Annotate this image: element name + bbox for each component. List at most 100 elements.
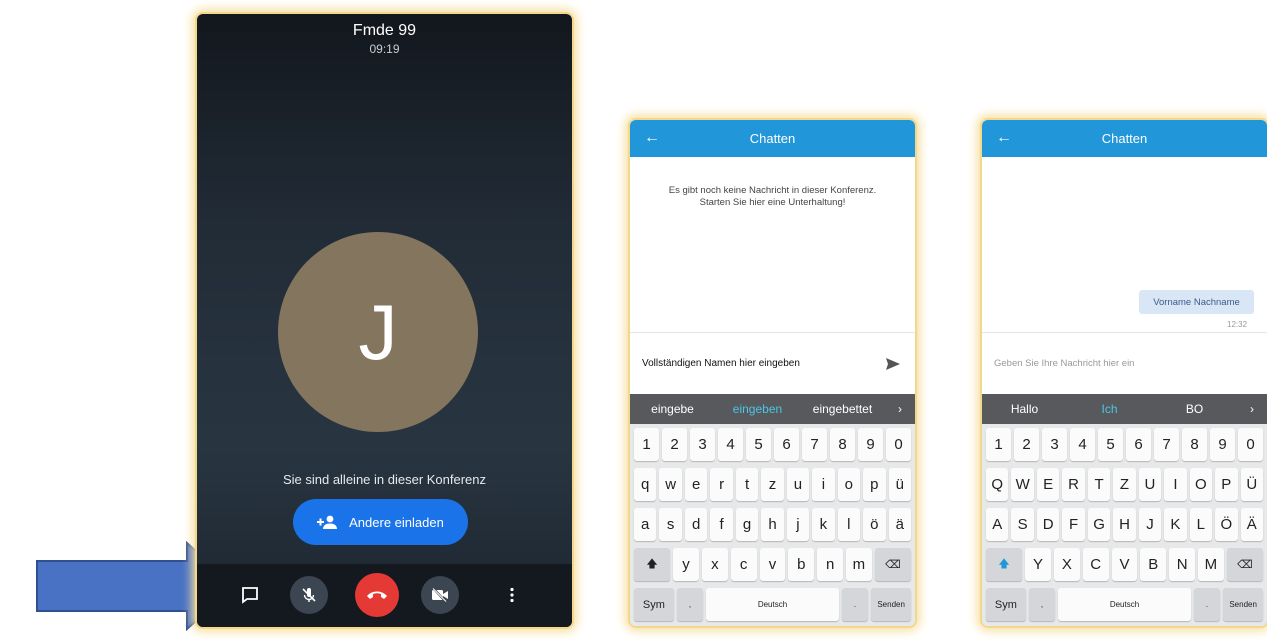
key[interactable]: k [812, 508, 835, 541]
key[interactable]: V [1111, 548, 1138, 581]
key[interactable]: I [1164, 468, 1187, 501]
key[interactable]: Ö [1215, 508, 1238, 541]
key[interactable]: H [1113, 508, 1136, 541]
invite-others-button[interactable]: Andere einladen [293, 499, 468, 545]
key[interactable]: t [735, 468, 759, 501]
key[interactable]: 1 [986, 428, 1011, 461]
period-key[interactable]: . [841, 588, 869, 621]
key[interactable]: Y [1025, 548, 1051, 581]
key[interactable]: c [730, 548, 757, 581]
key[interactable]: w [659, 468, 682, 501]
camera-off-button[interactable] [421, 576, 459, 614]
sym-key[interactable]: Sym [986, 588, 1026, 621]
key[interactable]: 4 [1070, 428, 1095, 461]
back-arrow-icon[interactable]: ← [644, 129, 660, 147]
key[interactable]: T [1087, 468, 1111, 501]
key[interactable]: p [863, 468, 886, 501]
suggestion-more-icon[interactable]: › [1237, 402, 1267, 416]
key[interactable]: i [812, 468, 835, 501]
send-key[interactable]: Senden [871, 588, 911, 621]
key[interactable]: N [1169, 548, 1196, 581]
backspace-key[interactable]: ⌫ [874, 548, 911, 581]
backspace-key[interactable]: ⌫ [1226, 548, 1263, 581]
key[interactable]: 7 [1154, 428, 1179, 461]
more-options-button[interactable] [493, 576, 531, 614]
key[interactable]: D [1036, 508, 1060, 541]
key[interactable]: h [761, 508, 784, 541]
key[interactable]: Ü [1240, 468, 1263, 501]
key[interactable]: y [673, 548, 699, 581]
comma-key[interactable]: , [676, 588, 704, 621]
suggestion-item[interactable]: BO [1152, 402, 1237, 416]
key[interactable]: 9 [1210, 428, 1235, 461]
key[interactable]: v [759, 548, 786, 581]
shift-key[interactable]: 🡅 [634, 548, 671, 581]
comma-key[interactable]: , [1028, 588, 1056, 621]
key[interactable]: n [817, 548, 844, 581]
hang-up-button[interactable] [355, 573, 399, 617]
key[interactable]: E [1036, 468, 1060, 501]
key[interactable]: 6 [1126, 428, 1151, 461]
space-key[interactable]: Deutsch [1058, 588, 1191, 621]
key[interactable]: 5 [1098, 428, 1123, 461]
key[interactable]: 8 [830, 428, 855, 461]
key[interactable]: u [786, 468, 810, 501]
key[interactable]: q [634, 468, 657, 501]
key[interactable]: l [837, 508, 861, 541]
key[interactable]: X [1053, 548, 1080, 581]
key[interactable]: G [1087, 508, 1111, 541]
key[interactable]: K [1164, 508, 1187, 541]
suggestion-item[interactable]: eingebettet [800, 402, 885, 416]
suggestion-more-icon[interactable]: › [885, 402, 915, 416]
key[interactable]: ä [888, 508, 911, 541]
key[interactable]: o [837, 468, 861, 501]
key[interactable]: 6 [774, 428, 799, 461]
key[interactable]: 2 [1014, 428, 1039, 461]
key[interactable]: 5 [746, 428, 771, 461]
key[interactable]: 2 [662, 428, 687, 461]
key[interactable]: a [634, 508, 657, 541]
key[interactable]: f [710, 508, 733, 541]
key[interactable]: 0 [886, 428, 911, 461]
sym-key[interactable]: Sym [634, 588, 674, 621]
key[interactable]: Z [1113, 468, 1136, 501]
period-key[interactable]: . [1193, 588, 1221, 621]
key[interactable]: S [1011, 508, 1034, 541]
key[interactable]: A [986, 508, 1009, 541]
send-key[interactable]: Senden [1223, 588, 1263, 621]
key[interactable]: d [684, 508, 708, 541]
message-input[interactable]: Geben Sie Ihre Nachricht hier ein [982, 332, 1267, 394]
key[interactable]: m [846, 548, 872, 581]
key[interactable]: 9 [858, 428, 883, 461]
key[interactable]: L [1189, 508, 1213, 541]
key[interactable]: 8 [1182, 428, 1207, 461]
key[interactable]: F [1062, 508, 1085, 541]
key[interactable]: b [788, 548, 815, 581]
key[interactable]: e [684, 468, 708, 501]
shift-key[interactable]: 🡅 [986, 548, 1023, 581]
back-arrow-icon[interactable]: ← [996, 129, 1012, 147]
message-input[interactable]: Vollständigen Namen hier eingeben [630, 332, 915, 394]
key[interactable]: 3 [1042, 428, 1067, 461]
key[interactable]: J [1138, 508, 1162, 541]
key[interactable]: M [1198, 548, 1224, 581]
key[interactable]: C [1082, 548, 1109, 581]
key[interactable]: 0 [1238, 428, 1263, 461]
key[interactable]: 7 [802, 428, 827, 461]
chat-button[interactable] [231, 576, 269, 614]
key[interactable]: 1 [634, 428, 659, 461]
key[interactable]: Q [986, 468, 1009, 501]
key[interactable]: z [761, 468, 784, 501]
space-key[interactable]: Deutsch [706, 588, 839, 621]
key[interactable]: O [1189, 468, 1213, 501]
key[interactable]: U [1138, 468, 1162, 501]
key[interactable]: s [659, 508, 682, 541]
key[interactable]: ü [888, 468, 911, 501]
key[interactable]: B [1140, 548, 1167, 581]
key[interactable]: W [1011, 468, 1034, 501]
suggestion-item[interactable]: Hallo [982, 402, 1067, 416]
key[interactable]: 3 [690, 428, 715, 461]
key[interactable]: ö [863, 508, 886, 541]
key[interactable]: g [735, 508, 759, 541]
suggestion-item[interactable]: eingebe [630, 402, 715, 416]
